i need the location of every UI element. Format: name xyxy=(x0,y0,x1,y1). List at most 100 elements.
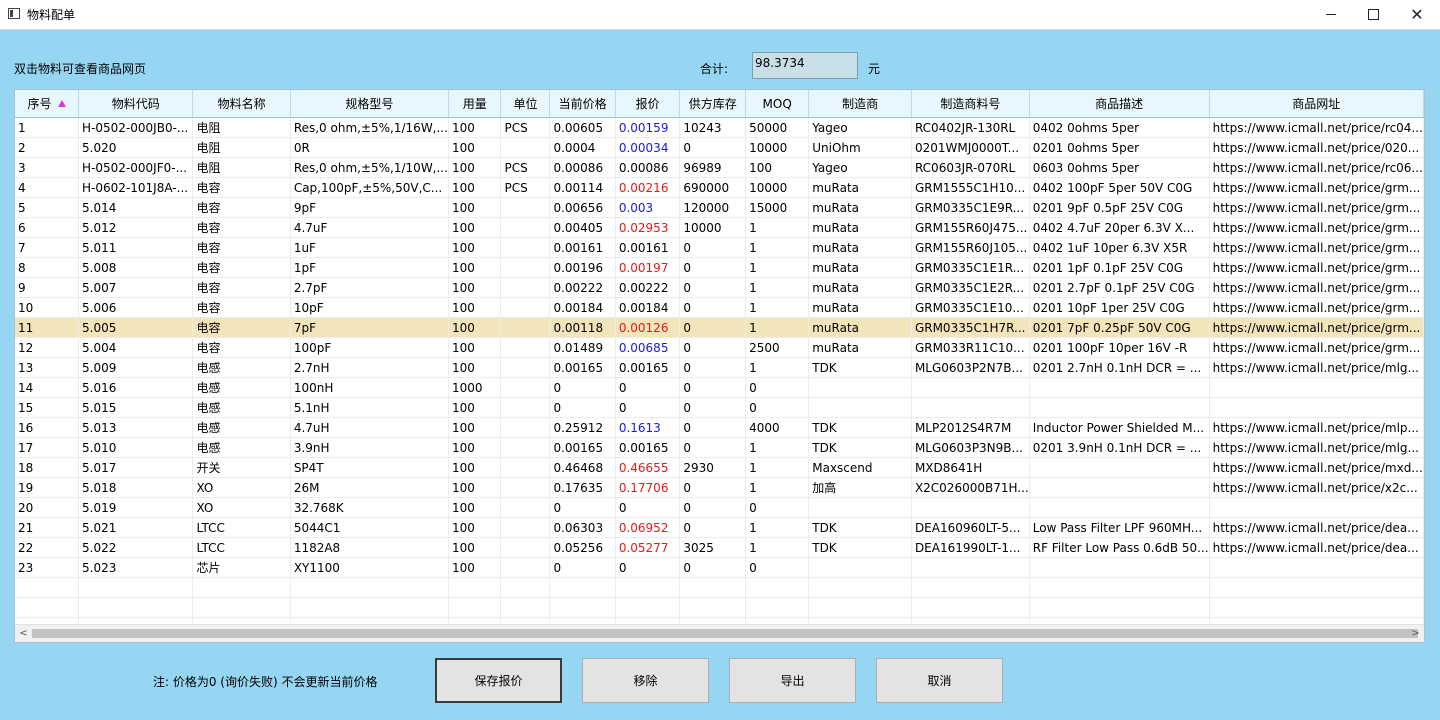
table-cell: 5.023 xyxy=(78,557,194,578)
table-cell: 0 xyxy=(679,417,747,438)
table-cell: TDK xyxy=(808,437,912,458)
table-cell: 0 xyxy=(745,377,810,398)
table-cell: 电阻 xyxy=(192,157,291,178)
table-cell: 100 xyxy=(448,497,502,518)
table-row[interactable]: 14 5.016 电感 100nH 1000 0 0 0 0 xyxy=(15,377,1424,398)
table-cell: 1 xyxy=(745,537,810,558)
column-header-label: 报价 xyxy=(635,97,660,111)
scrollbar-thumb[interactable] xyxy=(32,629,1418,638)
column-header[interactable]: 序号 xyxy=(15,90,80,118)
table-cell: 0.00161 xyxy=(549,237,616,258)
column-header[interactable]: MOQ xyxy=(745,90,810,118)
table-row[interactable]: 19 5.018 XO 26M 100 0.17635 0.17706 0 1 加高 X2C0260… xyxy=(15,477,1424,498)
horizontal-scrollbar[interactable]: < > xyxy=(15,624,1424,642)
table-row[interactable]: 7 5.011 电容 1uF 100 0.00161 0.00161 0 1 muRata GRM1… xyxy=(15,237,1424,258)
table-cell: 16 xyxy=(15,417,80,438)
minimize-button[interactable] xyxy=(1308,0,1354,29)
table-cell: 13 xyxy=(15,357,80,378)
column-header[interactable]: 规格型号 xyxy=(290,90,449,118)
materials-table[interactable]: 序号 物料代码 物料名称 规格型号 用量 单位 当前价格 报价 供方库存 MOQ 制造商 制造商料号 商… xyxy=(14,89,1425,643)
column-header[interactable]: 商品网址 xyxy=(1209,90,1424,118)
table-cell: 电容 xyxy=(192,337,291,358)
table-cell: 5.013 xyxy=(78,417,194,438)
column-header[interactable]: 物料名称 xyxy=(192,90,291,118)
export-button[interactable]: 导出 xyxy=(729,658,856,703)
table-row[interactable]: 10 5.006 电容 10pF 100 0.00184 0.00184 0 1 muRata GR… xyxy=(15,297,1424,318)
close-button[interactable]: ✕ xyxy=(1394,0,1440,29)
table-cell xyxy=(500,257,551,278)
column-header[interactable]: 供方库存 xyxy=(679,90,747,118)
column-header[interactable]: 制造商料号 xyxy=(911,90,1030,118)
table-cell: 18 xyxy=(15,457,80,478)
column-header[interactable]: 商品描述 xyxy=(1029,90,1210,118)
column-header[interactable]: 当前价格 xyxy=(549,90,616,118)
table-row[interactable]: 4 H-0602-101J8A-... 电容 Cap,100pF,±5%,50V,C.… xyxy=(15,177,1424,198)
maximize-icon xyxy=(1367,9,1379,20)
table-cell: 0 xyxy=(679,137,747,158)
table-cell: https://www.icmall.net/price/rc06... xyxy=(1209,157,1424,178)
table-row[interactable]: 6 5.012 电容 4.7uF 100 0.00405 0.02953 10000 1 muRa… xyxy=(15,217,1424,238)
table-row[interactable]: 23 5.023 芯片 XY1100 100 0 0 0 0 xyxy=(15,557,1424,578)
table-cell: 4000 xyxy=(745,417,810,438)
table-cell: 10000 xyxy=(679,217,747,238)
table-cell: SP4T xyxy=(290,457,449,478)
table-cell xyxy=(911,597,1030,618)
table-row[interactable]: 1 H-0502-000JB0-... 电阻 Res,0 ohm,±5%,1/16W,… xyxy=(15,117,1424,138)
cancel-button[interactable]: 取消 xyxy=(876,658,1003,703)
table-cell: 0.00184 xyxy=(549,297,616,318)
table-cell: 1 xyxy=(745,357,810,378)
chevron-left-icon[interactable]: < xyxy=(15,625,32,642)
table-row[interactable]: 22 5.022 LTCC 1182A8 100 0.05256 0.05277 3025 1 T… xyxy=(15,537,1424,558)
table-cell: 5.010 xyxy=(78,437,194,458)
table-cell: 5.011 xyxy=(78,237,194,258)
table-cell: MXD8641H xyxy=(911,457,1030,478)
table-cell: 690000 xyxy=(679,177,747,198)
table-row[interactable]: 21 5.021 LTCC 5044C1 100 0.06303 0.06952 0 1 TDK D… xyxy=(15,517,1424,538)
table-cell: 电容 xyxy=(192,317,291,338)
table-cell: 4.7uF xyxy=(290,217,449,238)
table-cell: 1 xyxy=(745,477,810,498)
maximize-button[interactable] xyxy=(1350,0,1396,29)
save-quote-button[interactable]: 保存报价 xyxy=(435,658,562,703)
table-cell: 0 xyxy=(679,317,747,338)
table-cell xyxy=(745,577,810,598)
table-row[interactable]: 16 5.013 电感 4.7uH 100 0.25912 0.1613 0 4000 TDK ML… xyxy=(15,417,1424,438)
table-cell: 0.46468 xyxy=(549,457,616,478)
chevron-right-icon[interactable]: > xyxy=(1407,625,1424,642)
table-cell xyxy=(500,237,551,258)
table-row[interactable]: 12 5.004 电容 100pF 100 0.01489 0.00685 0 2500 muRa… xyxy=(15,337,1424,358)
table-cell: https://www.icmall.net/price/mlg... xyxy=(1209,437,1424,458)
table-row[interactable]: 11 5.005 电容 7pF 100 0.00118 0.00126 0 1 muRata GRM… xyxy=(15,317,1424,338)
table-cell: 0201WMJ0000T... xyxy=(911,137,1030,158)
table-row[interactable]: 3 H-0502-000JF0-... 电阻 Res,0 ohm,±5%,1/10W,… xyxy=(15,157,1424,178)
remove-button[interactable]: 移除 xyxy=(582,658,709,703)
total-value-field: 98.3734 xyxy=(752,52,858,79)
table-row[interactable]: 8 5.008 电容 1pF 100 0.00196 0.00197 0 1 muRata GRM0… xyxy=(15,257,1424,278)
table-cell: 5.012 xyxy=(78,217,194,238)
column-header[interactable]: 物料代码 xyxy=(78,90,194,118)
table-row[interactable]: 15 5.015 电感 5.1nH 100 0 0 0 0 xyxy=(15,397,1424,418)
table-cell: 0 xyxy=(679,337,747,358)
table-cell: 1 xyxy=(745,257,810,278)
table-cell: muRata xyxy=(808,217,912,238)
table-row[interactable]: 2 5.020 电阻 0R 100 0.0004 0.00034 0 10000 UniOhm 02… xyxy=(15,137,1424,158)
table-row[interactable]: 17 5.010 电感 3.9nH 100 0.00165 0.00165 0 1 TDK MLG0… xyxy=(15,437,1424,458)
table-cell xyxy=(500,537,551,558)
table-row[interactable]: 9 5.007 电容 2.7pF 100 0.00222 0.00222 0 1 muRata GR… xyxy=(15,277,1424,298)
table-cell: 0.25912 xyxy=(549,417,616,438)
table-cell: PCS xyxy=(500,177,551,198)
price-note: 注: 价格为0 (询价失败) 不会更新当前价格 xyxy=(153,675,378,689)
table-cell: 15 xyxy=(15,397,80,418)
table-cell: 0 xyxy=(745,497,810,518)
table-row[interactable]: 18 5.017 开关 SP4T 100 0.46468 0.46655 2930 1 Maxsc… xyxy=(15,457,1424,478)
table-row[interactable]: 20 5.019 XO 32.768K 100 0 0 0 0 xyxy=(15,497,1424,518)
table-row[interactable]: 5 5.014 电容 9pF 100 0.00656 0.003 120000 15000 muR… xyxy=(15,197,1424,218)
table-row[interactable]: 13 5.009 电感 2.7nH 100 0.00165 0.00165 0 1 TDK MLG0… xyxy=(15,357,1424,378)
column-header[interactable]: 用量 xyxy=(448,90,502,118)
table-cell: TDK xyxy=(808,357,912,378)
column-header[interactable]: 制造商 xyxy=(808,90,912,118)
table-cell: 10 xyxy=(15,297,80,318)
column-header[interactable]: 单位 xyxy=(500,90,551,118)
column-header[interactable]: 报价 xyxy=(615,90,681,118)
table-cell: MLG0603P3N9B... xyxy=(911,437,1030,458)
